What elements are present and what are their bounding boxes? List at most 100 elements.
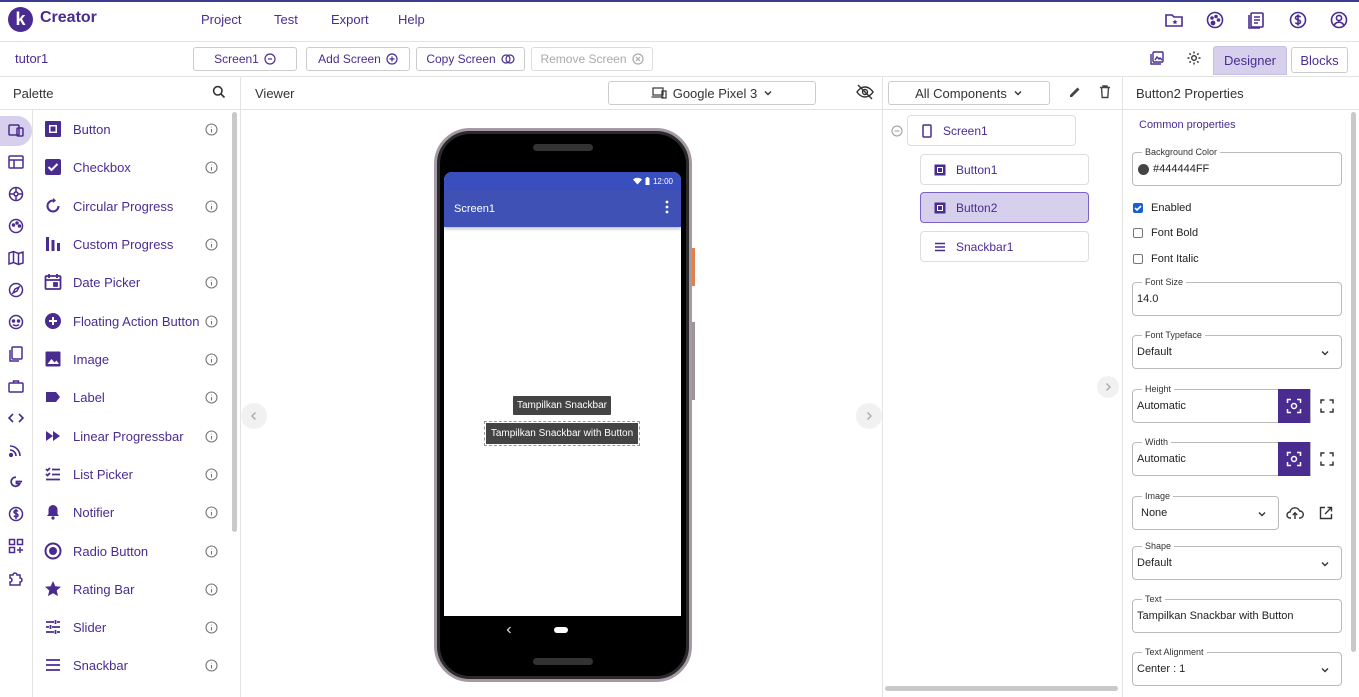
open-external-icon[interactable] xyxy=(1312,496,1340,530)
remove-screen-button[interactable]: Remove Screen xyxy=(531,47,653,71)
palette-item-date-picker[interactable]: Date Picker xyxy=(33,263,230,301)
trash-icon[interactable] xyxy=(1098,84,1112,99)
width-field[interactable]: Width Automatic xyxy=(1132,437,1342,476)
palette-item-floating-action-button[interactable]: Floating Action Button xyxy=(33,302,230,340)
palette-item-list-picker[interactable]: List Picker xyxy=(33,455,230,493)
info-icon[interactable] xyxy=(205,122,218,136)
account-icon[interactable] xyxy=(1329,10,1349,30)
height-field[interactable]: Height Automatic xyxy=(1132,384,1342,423)
info-icon[interactable] xyxy=(205,237,218,251)
tree-node-button2[interactable]: Button2 xyxy=(920,192,1089,223)
properties-section-label[interactable]: Common properties xyxy=(1139,119,1236,131)
category-layout-icon[interactable] xyxy=(7,153,25,171)
font-bold-checkbox[interactable]: Font Bold xyxy=(1133,227,1198,239)
tree-node-snackbar1[interactable]: Snackbar1 xyxy=(920,231,1089,262)
tree-node-button1[interactable]: Button1 xyxy=(920,154,1089,185)
palette-scrollbar[interactable] xyxy=(232,112,237,532)
category-feed-icon[interactable] xyxy=(7,441,25,459)
palette-item-linear-progressbar[interactable]: Linear Progressbar xyxy=(33,417,230,455)
more-vert-icon[interactable] xyxy=(664,200,670,214)
phone-button1[interactable]: Tampilkan Snackbar xyxy=(513,396,611,415)
info-icon[interactable] xyxy=(205,275,218,289)
info-icon[interactable] xyxy=(205,467,218,481)
text-field[interactable]: Text Tampilkan Snackbar with Button xyxy=(1132,594,1342,633)
back-icon[interactable] xyxy=(506,626,512,634)
info-icon[interactable] xyxy=(205,658,218,672)
palette-item-notifier[interactable]: Notifier xyxy=(33,493,230,531)
fullscreen-icon[interactable] xyxy=(1310,389,1342,423)
background-color-field[interactable]: Background Color #444444FF xyxy=(1132,147,1342,186)
font-size-field[interactable]: Font Size 14.0 xyxy=(1132,277,1342,316)
palette-item-checkbox[interactable]: Checkbox xyxy=(33,148,230,186)
info-icon[interactable] xyxy=(205,582,218,596)
info-icon[interactable] xyxy=(205,429,218,443)
text-alignment-select[interactable]: Text Alignment Center : 1 xyxy=(1132,647,1342,686)
edit-icon[interactable] xyxy=(1068,85,1082,99)
collapse-icon[interactable] xyxy=(891,125,903,137)
info-icon[interactable] xyxy=(205,160,218,174)
palette-item-slider[interactable]: Slider xyxy=(33,608,230,646)
category-code-icon[interactable] xyxy=(7,409,25,427)
upload-cloud-icon[interactable] xyxy=(1280,496,1310,530)
image-select[interactable]: Image None xyxy=(1132,491,1279,530)
info-icon[interactable] xyxy=(205,544,218,558)
category-storage-icon[interactable] xyxy=(7,345,25,363)
palette-item-button[interactable]: Button xyxy=(33,110,230,148)
screen-select[interactable]: Screen1 xyxy=(193,47,297,71)
info-icon[interactable] xyxy=(205,314,218,328)
designer-tab[interactable]: Designer xyxy=(1213,46,1287,75)
info-icon[interactable] xyxy=(205,620,218,634)
palette-item-radio-button[interactable]: Radio Button xyxy=(33,532,230,570)
device-select[interactable]: Google Pixel 3 xyxy=(608,81,816,105)
font-italic-checkbox[interactable]: Font Italic xyxy=(1133,253,1199,265)
fit-content-icon[interactable] xyxy=(1278,389,1310,423)
shape-select[interactable]: Shape Default xyxy=(1132,541,1342,580)
home-pill-icon[interactable] xyxy=(554,627,568,633)
menu-help[interactable]: Help xyxy=(398,12,425,27)
palette-item-circular-progress[interactable]: Circular Progress xyxy=(33,187,230,225)
category-connectivity-icon[interactable] xyxy=(7,377,25,395)
folder-star-icon[interactable] xyxy=(1164,10,1184,30)
category-media-icon[interactable] xyxy=(7,185,25,203)
category-ui-icon[interactable] xyxy=(7,121,25,139)
chevron-right-icon[interactable] xyxy=(856,403,882,429)
search-icon[interactable] xyxy=(212,85,226,99)
palette-theme-icon[interactable] xyxy=(1205,10,1225,30)
properties-scrollbar[interactable] xyxy=(1351,112,1356,652)
category-extensions-grid-icon[interactable] xyxy=(7,537,25,555)
menu-project[interactable]: Project xyxy=(201,12,241,27)
app-logo-icon[interactable]: k xyxy=(8,7,33,32)
info-icon[interactable] xyxy=(205,199,218,213)
palette-item-snackbar[interactable]: Snackbar xyxy=(33,646,230,684)
copy-screen-button[interactable]: Copy Screen xyxy=(416,47,525,71)
category-drawing-icon[interactable] xyxy=(7,217,25,235)
info-icon[interactable] xyxy=(205,390,218,404)
menu-export[interactable]: Export xyxy=(331,12,369,27)
chevron-left-icon[interactable] xyxy=(241,403,267,429)
fit-content-icon[interactable] xyxy=(1278,442,1310,476)
category-sensors-icon[interactable] xyxy=(7,281,25,299)
tree-node-screen1[interactable]: Screen1 xyxy=(907,115,1076,146)
chevron-right-icon[interactable] xyxy=(1097,376,1119,398)
category-monetization-icon[interactable] xyxy=(7,505,25,523)
gallery-icon[interactable] xyxy=(1149,50,1165,66)
palette-item-label-component[interactable]: Label xyxy=(33,378,230,416)
info-icon[interactable] xyxy=(205,352,218,366)
palette-item-image[interactable]: Image xyxy=(33,340,230,378)
add-screen-button[interactable]: Add Screen xyxy=(306,47,410,71)
menu-test[interactable]: Test xyxy=(274,12,298,27)
category-google-icon[interactable] xyxy=(7,473,25,491)
palette-item-custom-progress[interactable]: Custom Progress xyxy=(33,225,230,263)
document-list-icon[interactable] xyxy=(1247,10,1267,30)
dollar-icon[interactable] xyxy=(1288,10,1308,30)
category-maps-icon[interactable] xyxy=(7,249,25,267)
blocks-tab[interactable]: Blocks xyxy=(1291,47,1348,73)
font-typeface-select[interactable]: Font Typeface Default xyxy=(1132,330,1342,369)
phone-button2[interactable]: Tampilkan Snackbar with Button xyxy=(484,421,640,446)
palette-item-rating-bar[interactable]: Rating Bar xyxy=(33,570,230,608)
enabled-checkbox[interactable]: Enabled xyxy=(1133,202,1191,214)
components-filter-select[interactable]: All Components xyxy=(888,81,1050,105)
info-icon[interactable] xyxy=(205,505,218,519)
category-puzzle-icon[interactable] xyxy=(7,569,25,587)
category-social-icon[interactable] xyxy=(7,313,25,331)
